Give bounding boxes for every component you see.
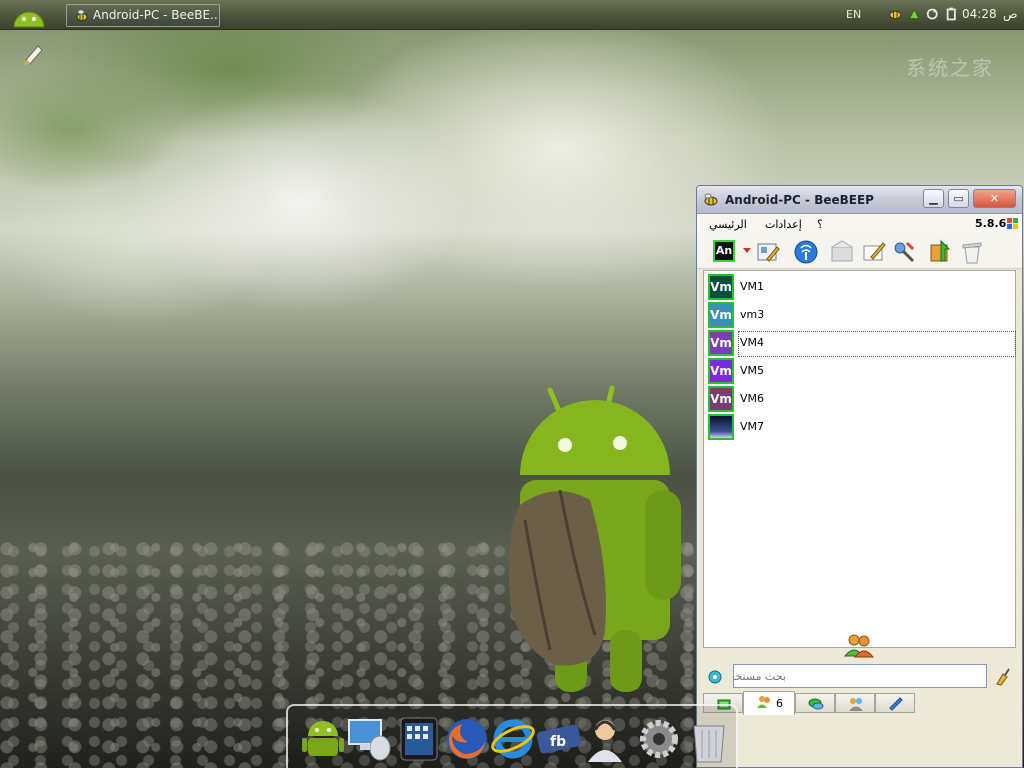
support-icon[interactable] [582, 714, 628, 764]
minimize-icon: ▁ [929, 192, 938, 205]
menu-bar: الرئيسي إعدادات ؟ 5.8.6 [697, 214, 1022, 234]
settings-icon[interactable] [636, 714, 682, 764]
android-start-icon [13, 11, 45, 28]
maximize-button[interactable]: ▭ [948, 189, 969, 208]
menu-settings[interactable]: إعدادات [765, 218, 802, 231]
refresh-icon[interactable] [925, 6, 940, 22]
minimize-button[interactable]: ▁ [923, 189, 944, 208]
chat-icon [808, 698, 824, 710]
status-dropdown-arrow-icon[interactable] [743, 248, 751, 253]
options-icon[interactable] [707, 669, 723, 685]
network-icon[interactable] [793, 239, 819, 265]
update-icon[interactable] [927, 239, 953, 265]
users-group-icon[interactable] [843, 632, 875, 658]
trash-icon[interactable] [959, 239, 985, 265]
taskbar-window-button[interactable]: Android-PC - BeeBE... [66, 4, 220, 27]
user-avatar-photo [708, 414, 734, 440]
facebook-icon[interactable]: fb [536, 714, 582, 764]
user-row[interactable]: Vm VM1 [706, 273, 1014, 300]
beebeep-window: Android-PC - BeeBEEP ▁ ▭ ✕ الرئيسي إعداد… [696, 185, 1023, 768]
pen-desktop-icon[interactable] [18, 38, 48, 68]
tablet-icon[interactable] [396, 714, 442, 764]
clock-ampm: ص [1003, 7, 1018, 21]
tools-icon[interactable] [891, 239, 917, 265]
language-indicator[interactable]: EN [846, 8, 861, 21]
system-tray [888, 6, 958, 24]
android-icon[interactable] [300, 714, 346, 764]
taskbar-window-label: Android-PC - BeeBE... [93, 8, 220, 22]
dock: fb [286, 704, 738, 768]
user-avatar: Vm [708, 386, 734, 412]
group-icon [849, 698, 863, 711]
menu-main[interactable]: الرئيسي [709, 218, 747, 231]
internet-explorer-icon[interactable] [490, 714, 536, 764]
trash-icon[interactable] [686, 714, 732, 764]
clear-search-icon[interactable] [993, 668, 1011, 686]
user-row[interactable]: Vm VM6 [706, 385, 1014, 412]
network-icon[interactable] [907, 6, 922, 22]
watermark-text: 系统之家 [906, 56, 994, 80]
user-name: vm3 [740, 308, 765, 321]
user-avatar: Vm [708, 330, 734, 356]
window-titlebar[interactable]: Android-PC - BeeBEEP ▁ ▭ ✕ [697, 186, 1022, 214]
users-icon [757, 696, 770, 708]
tab-groups[interactable] [835, 693, 875, 713]
tab-files[interactable] [875, 693, 915, 713]
window-title: Android-PC - BeeBEEP [725, 193, 874, 207]
tab-users[interactable]: 6 [743, 691, 795, 715]
search-user-input[interactable] [733, 664, 987, 688]
mail-icon[interactable] [829, 239, 855, 265]
user-name: VM7 [740, 420, 765, 433]
start-button[interactable] [6, 1, 52, 29]
version-label: 5.8.6 [975, 217, 1007, 230]
my-status-avatar[interactable]: An [713, 240, 735, 262]
user-name: VM6 [740, 392, 765, 405]
menu-help[interactable]: ؟ [817, 218, 823, 231]
compose-icon[interactable] [861, 239, 887, 265]
user-row[interactable]: Vm vm3 [706, 301, 1014, 328]
bee-icon [704, 193, 718, 206]
tab-chats[interactable] [795, 693, 835, 713]
windows-flag-icon [1007, 218, 1018, 229]
android-mascot-image [508, 385, 681, 692]
svg-text:fb: fb [550, 734, 566, 750]
close-icon: ✕ [989, 192, 1000, 205]
clock-time[interactable]: 04:28 [962, 7, 997, 21]
user-name: VM1 [740, 280, 765, 293]
bottom-tabs: 6 [703, 691, 1016, 717]
taskbar: Android-PC - BeeBE... EN 04:28 ص [0, 0, 1024, 30]
user-avatar: Vm [708, 274, 734, 300]
firefox-icon[interactable] [444, 714, 490, 764]
user-row[interactable]: Vm VM5 [706, 357, 1014, 384]
toolbar: An [697, 234, 1022, 269]
beebeep-tray-icon[interactable] [888, 6, 903, 22]
user-name: VM4 [740, 336, 765, 349]
close-button[interactable]: ✕ [973, 189, 1016, 208]
bee-icon [76, 9, 88, 21]
share-icon [889, 697, 903, 711]
user-row-selected[interactable]: Vm VM4 [706, 329, 1016, 357]
maximize-icon: ▭ [953, 192, 964, 205]
user-list: Vm VM1 Vm vm3 Vm VM4 Vm VM5 Vm VM6 VM7 [703, 270, 1016, 648]
user-avatar: Vm [708, 302, 734, 328]
computer-icon[interactable] [346, 714, 392, 764]
edit-profile-icon[interactable] [755, 239, 781, 265]
search-bar [703, 663, 1016, 691]
battery-icon[interactable] [944, 6, 959, 22]
selection-focus-rect [738, 331, 1016, 357]
user-avatar: Vm [708, 358, 734, 384]
user-count: 6 [776, 697, 783, 710]
user-row[interactable]: VM7 [706, 413, 1014, 440]
user-name: VM5 [740, 364, 765, 377]
